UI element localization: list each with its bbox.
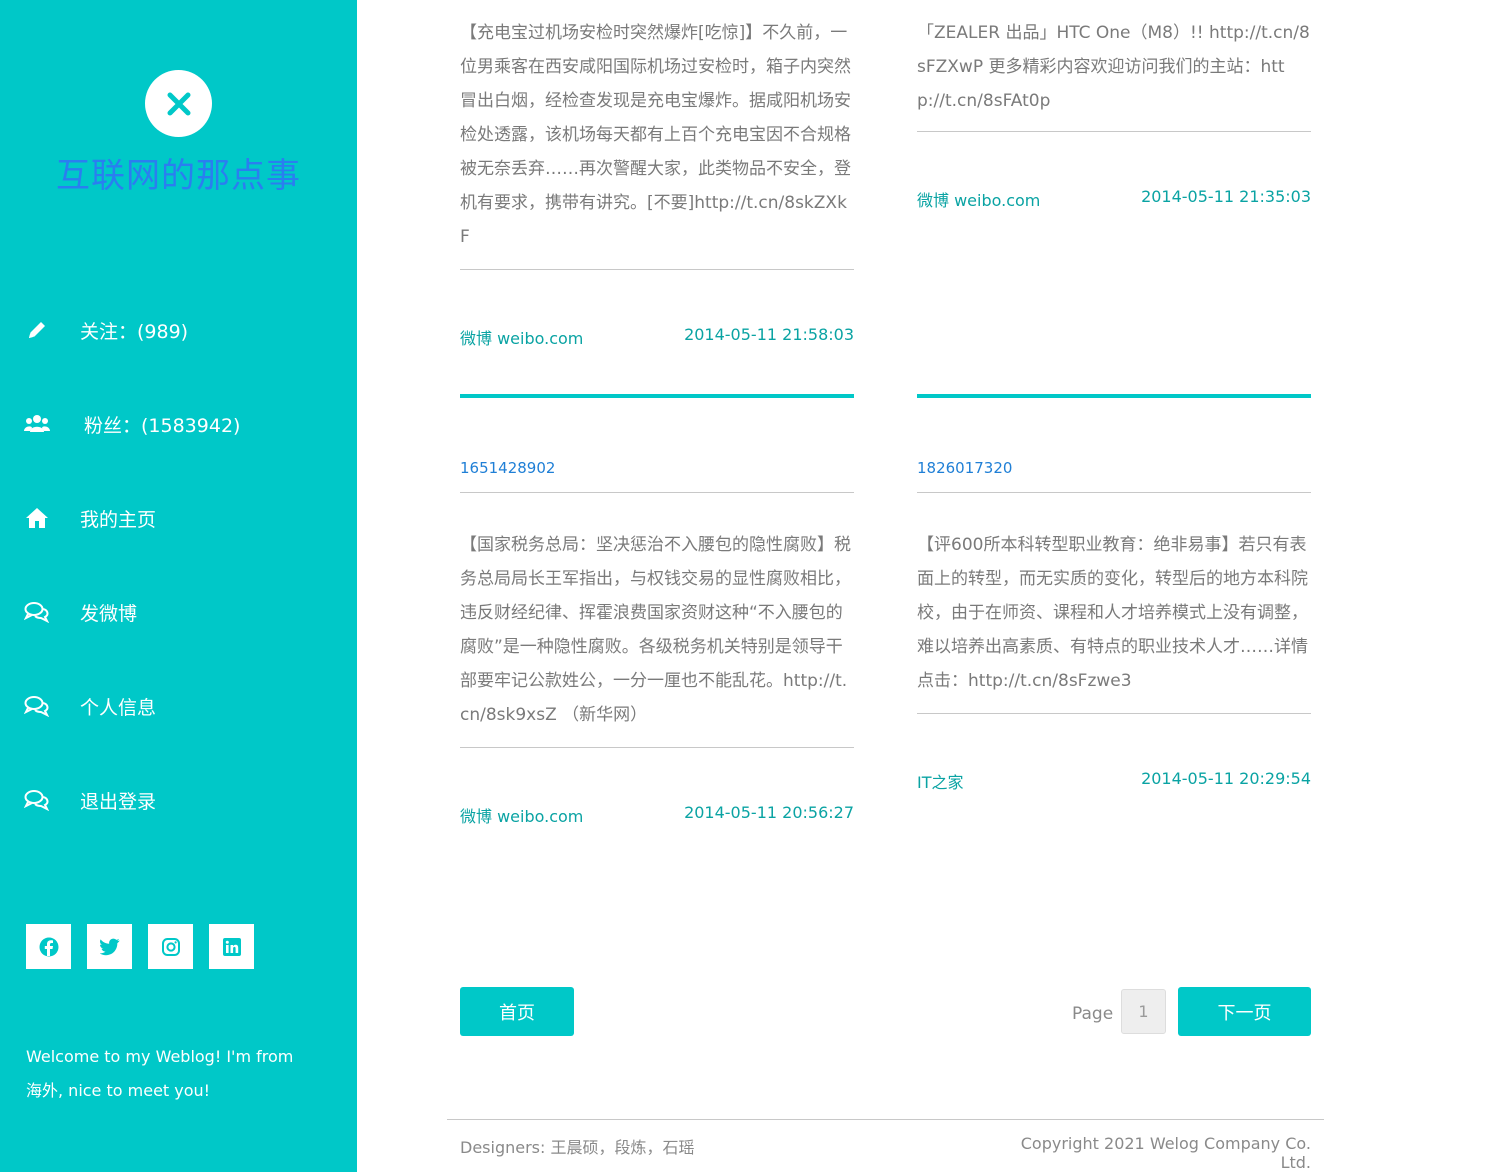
nav-following[interactable]: 关注：(989) <box>24 310 188 350</box>
post-card: 「ZEALER 出品」HTC One（M8）!! http://t.cn/8sF… <box>917 16 1311 211</box>
post-timestamp: 2014-05-11 21:35:03 <box>1141 187 1311 206</box>
pencil-icon <box>24 317 50 343</box>
chat-icon <box>24 599 50 625</box>
site-title[interactable]: 互联网的那点事 <box>0 148 357 197</box>
post-meta: 微博 weibo.com 2014-05-11 21:35:03 <box>917 187 1311 211</box>
footer-designers: Designers: 王晨硕，段炼，石瑶 <box>460 1138 695 1157</box>
post-timestamp: 2014-05-11 21:58:03 <box>684 325 854 344</box>
nav-followers-label: 粉丝：(1583942) <box>84 414 241 437</box>
linkedin-button[interactable] <box>209 924 254 969</box>
post-timestamp: 2014-05-11 20:29:54 <box>1141 769 1311 788</box>
nav-profile[interactable]: 个人信息 <box>24 686 156 726</box>
divider <box>917 492 1311 493</box>
post-meta: 微博 weibo.com 2014-05-11 20:56:27 <box>460 803 854 827</box>
footer-divider <box>447 1119 1324 1120</box>
nav-home[interactable]: 我的主页 <box>24 498 156 538</box>
post-card: 1651428902 【国家税务总局：坚决惩治不入腰包的隐性腐败】税务总局局长王… <box>460 394 854 827</box>
post-timestamp: 2014-05-11 20:56:27 <box>684 803 854 822</box>
post-top-bar <box>460 394 854 398</box>
home-page-button[interactable]: 首页 <box>460 987 574 1036</box>
twitter-icon <box>99 938 119 955</box>
home-icon <box>24 505 50 531</box>
divider <box>460 492 854 493</box>
sidebar: 互联网的那点事 关注：(989) 粉丝：(1583942) 我的主页 发微博 个… <box>0 0 357 1172</box>
post-meta: IT之家 2014-05-11 20:29:54 <box>917 769 1311 793</box>
close-icon <box>167 92 190 115</box>
facebook-icon <box>39 937 58 956</box>
page-number-input[interactable] <box>1121 989 1166 1034</box>
nav-home-label: 我的主页 <box>80 508 157 531</box>
nav-logout[interactable]: 退出登录 <box>24 780 156 820</box>
nav-followers[interactable]: 粉丝：(1583942) <box>24 404 240 444</box>
nav-post-weibo[interactable]: 发微博 <box>24 592 137 632</box>
post-text: 【国家税务总局：坚决惩治不入腰包的隐性腐败】税务总局局长王军指出，与权钱交易的显… <box>460 535 851 725</box>
welcome-message: Welcome to my Weblog! I'm from 海外, nice … <box>26 1047 294 1100</box>
nav-following-label: 关注：(989) <box>80 320 189 343</box>
twitter-button[interactable] <box>87 924 132 969</box>
post-author-link[interactable]: 1826017320 <box>917 456 1311 480</box>
close-button[interactable] <box>145 70 212 137</box>
social-links <box>26 924 254 969</box>
post-card: 【充电宝过机场安检时突然爆炸[吃惊]】不久前，一位男乘客在西安咸阳国际机场过安检… <box>460 16 854 349</box>
post-source-link[interactable]: 微博 weibo.com <box>917 187 1040 211</box>
post-meta: 微博 weibo.com 2014-05-11 21:58:03 <box>460 325 854 349</box>
post-source-link[interactable]: 微博 weibo.com <box>460 325 583 349</box>
facebook-button[interactable] <box>26 924 71 969</box>
post-top-bar <box>917 394 1311 398</box>
footer-copyright: Copyright 2021 Welog Company Co. Ltd. <box>1020 1134 1311 1172</box>
nav-logout-label: 退出登录 <box>80 790 157 813</box>
post-author-link[interactable]: 1651428902 <box>460 456 854 480</box>
chat-icon <box>24 693 50 719</box>
nav-post-weibo-label: 发微博 <box>80 602 138 625</box>
post-source-link[interactable]: 微博 weibo.com <box>460 803 583 827</box>
page-label: Page <box>1072 1004 1114 1024</box>
post-text: 「ZEALER 出品」HTC One（M8）!! http://t.cn/8sF… <box>917 23 1310 111</box>
linkedin-icon <box>222 937 241 956</box>
divider <box>460 269 854 270</box>
divider <box>917 131 1311 132</box>
divider <box>917 713 1311 714</box>
instagram-icon <box>161 937 180 956</box>
nav-profile-label: 个人信息 <box>80 696 157 719</box>
chat-icon <box>24 787 50 813</box>
post-source-link[interactable]: IT之家 <box>917 769 964 793</box>
post-text: 【评600所本科转型职业教育：绝非易事】若只有表面上的转型，而无实质的变化，转型… <box>917 535 1308 691</box>
post-card: 1826017320 【评600所本科转型职业教育：绝非易事】若只有表面上的转型… <box>917 394 1311 793</box>
divider <box>460 747 854 748</box>
users-icon <box>24 411 50 437</box>
post-text: 【充电宝过机场安检时突然爆炸[吃惊]】不久前，一位男乘客在西安咸阳国际机场过安检… <box>460 23 851 247</box>
next-page-button[interactable]: 下一页 <box>1178 987 1311 1036</box>
instagram-button[interactable] <box>148 924 193 969</box>
